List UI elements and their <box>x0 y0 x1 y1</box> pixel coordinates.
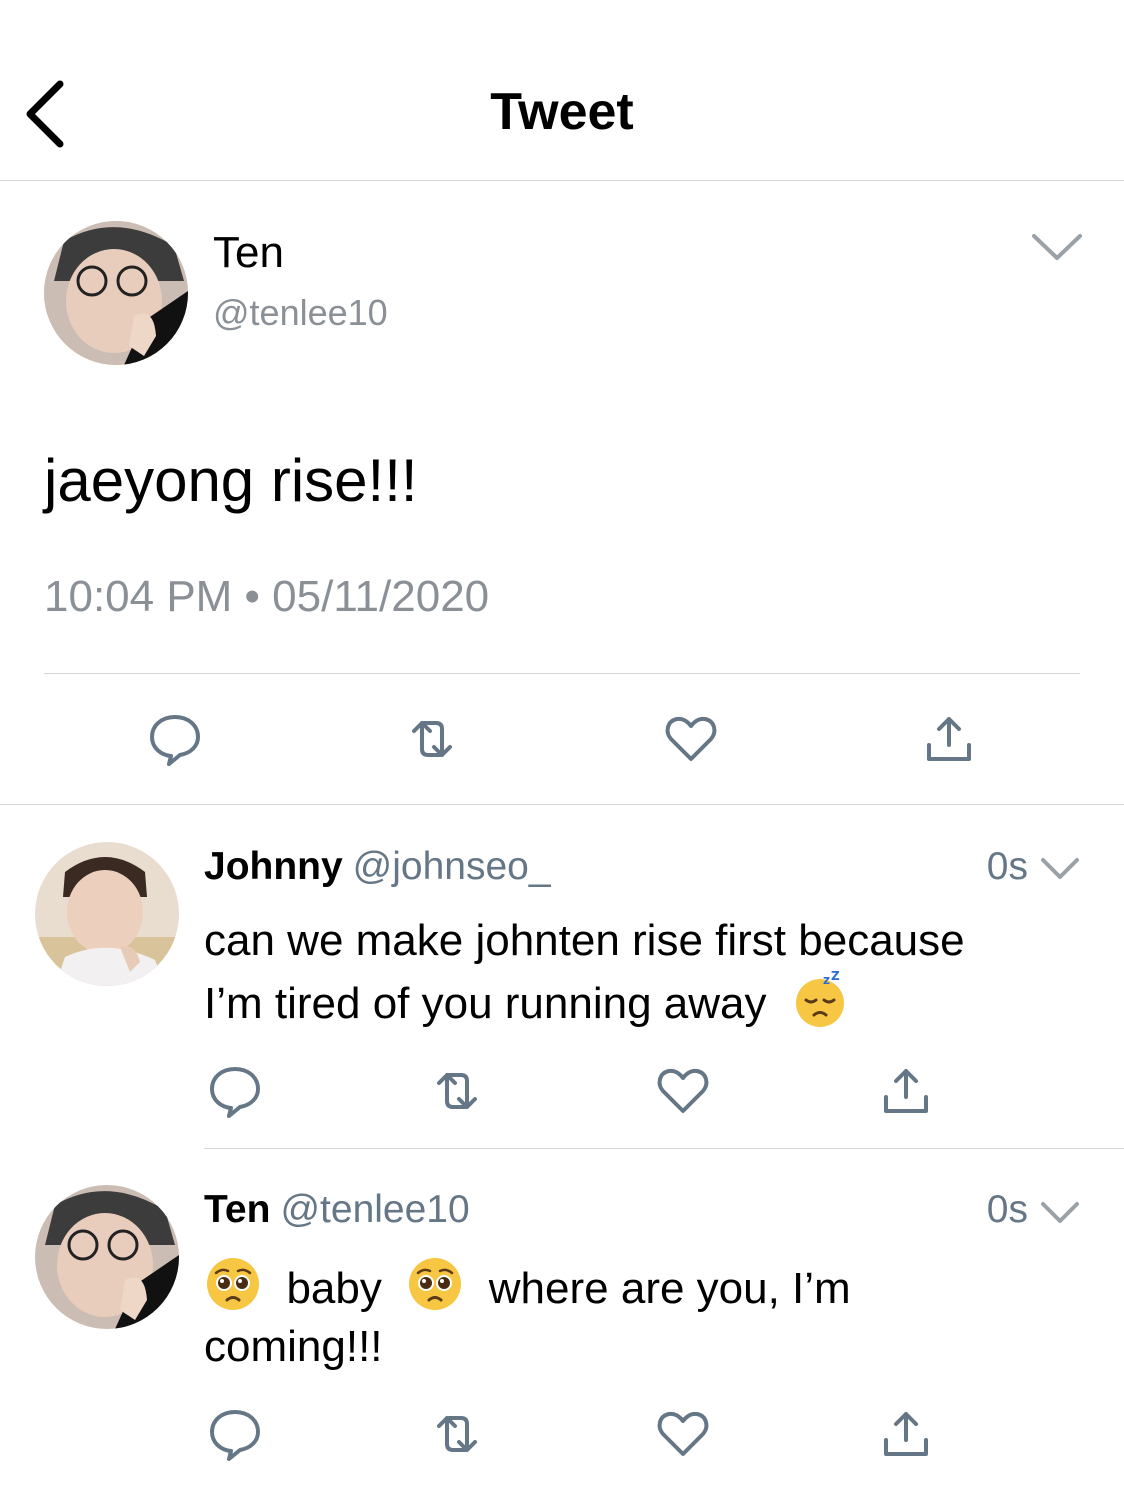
reply-text-line: baby where are you, I’m <box>204 1255 1064 1318</box>
avatar-ten[interactable] <box>35 1185 179 1329</box>
avatar-image <box>44 221 188 365</box>
retweet-button[interactable] <box>429 1406 485 1462</box>
retweet-icon <box>412 721 452 757</box>
share-icon <box>884 1069 928 1113</box>
chevron-down-icon <box>1032 234 1082 260</box>
reply-author-handle[interactable]: @johnseo_ <box>353 845 551 888</box>
retweet-icon <box>437 1416 477 1452</box>
reply-text-fragment: I’m tired of you running away <box>204 979 767 1028</box>
svg-text:z: z <box>823 973 830 987</box>
sleeping-face-emoji: z Z <box>791 969 849 1028</box>
reply-header: Johnny @johnseo_ <box>204 845 551 889</box>
like-button[interactable] <box>655 1063 711 1119</box>
reply-text-fragment: where are you, I’m <box>488 1264 851 1313</box>
divider <box>0 804 1124 805</box>
reply-icon <box>210 1410 260 1461</box>
share-button[interactable] <box>878 1063 934 1119</box>
tweet-options-button[interactable] <box>1030 226 1084 266</box>
pleading-face-emoji <box>406 1255 464 1313</box>
avatar-ten[interactable] <box>44 221 188 365</box>
chevron-down-icon <box>1041 858 1079 879</box>
reply-header: Ten @tenlee10 <box>204 1188 470 1232</box>
like-button[interactable] <box>663 711 719 767</box>
heart-icon <box>657 1068 709 1113</box>
retweet-icon <box>437 1073 477 1109</box>
divider <box>204 1148 1124 1149</box>
chevron-down-icon <box>1041 1202 1079 1223</box>
reply-text: can we make johnten rise first because I… <box>204 912 1064 1033</box>
retweet-button[interactable] <box>404 711 460 767</box>
reply-icon <box>150 715 200 766</box>
reply-icon <box>210 1067 260 1118</box>
reply-options-button[interactable] <box>1040 852 1080 882</box>
share-icon <box>884 1412 928 1456</box>
avatar-image <box>35 842 179 986</box>
retweet-button[interactable] <box>429 1063 485 1119</box>
tweet-timestamp: 10:04 PM • 05/11/2020 <box>44 572 490 621</box>
avatar-johnny[interactable] <box>35 842 179 986</box>
author-name[interactable]: Ten <box>213 228 284 278</box>
reply-text-line: can we make johnten rise first because <box>204 916 965 965</box>
tweet-text: jaeyong rise!!! <box>44 447 418 514</box>
reply-text-fragment: baby <box>286 1264 382 1313</box>
reply-text: baby where are you, I’m coming!!! <box>204 1255 1064 1376</box>
page-title: Tweet <box>490 83 634 141</box>
pleading-face-emoji <box>204 1255 262 1313</box>
avatar-image <box>35 1185 179 1329</box>
reply-time: 0s <box>986 1188 1028 1231</box>
reply-author-name[interactable]: Ten <box>204 1188 270 1231</box>
divider <box>44 673 1080 674</box>
like-button[interactable] <box>655 1406 711 1462</box>
share-icon <box>927 717 971 761</box>
reply-text-line: coming!!! <box>204 1322 383 1371</box>
svg-text:Z: Z <box>831 970 840 983</box>
share-button[interactable] <box>878 1406 934 1462</box>
reply-options-button[interactable] <box>1040 1196 1080 1226</box>
reply-time: 0s <box>986 845 1028 888</box>
share-button[interactable] <box>921 711 977 767</box>
heart-icon <box>665 716 717 761</box>
reply-button[interactable] <box>147 711 203 767</box>
heart-icon <box>657 1411 709 1456</box>
reply-button[interactable] <box>207 1406 263 1462</box>
reply-button[interactable] <box>207 1063 263 1119</box>
author-handle[interactable]: @tenlee10 <box>213 292 388 334</box>
reply-author-handle[interactable]: @tenlee10 <box>280 1188 469 1231</box>
reply-text-line: I’m tired of you running away z Z <box>204 969 1064 1033</box>
reply-author-name[interactable]: Johnny <box>204 845 343 888</box>
